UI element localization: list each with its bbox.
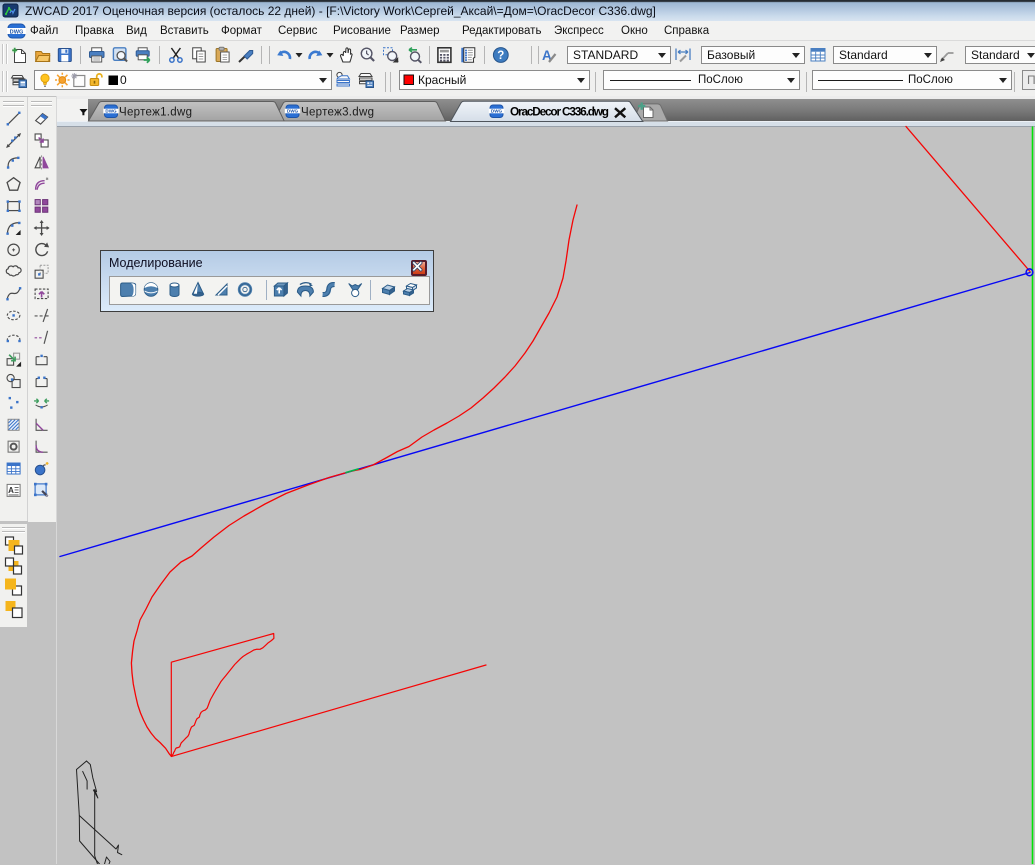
svg-text:A: A [8,486,14,495]
svg-text:?: ? [497,50,504,62]
svg-text:DWG: DWG [10,29,24,35]
